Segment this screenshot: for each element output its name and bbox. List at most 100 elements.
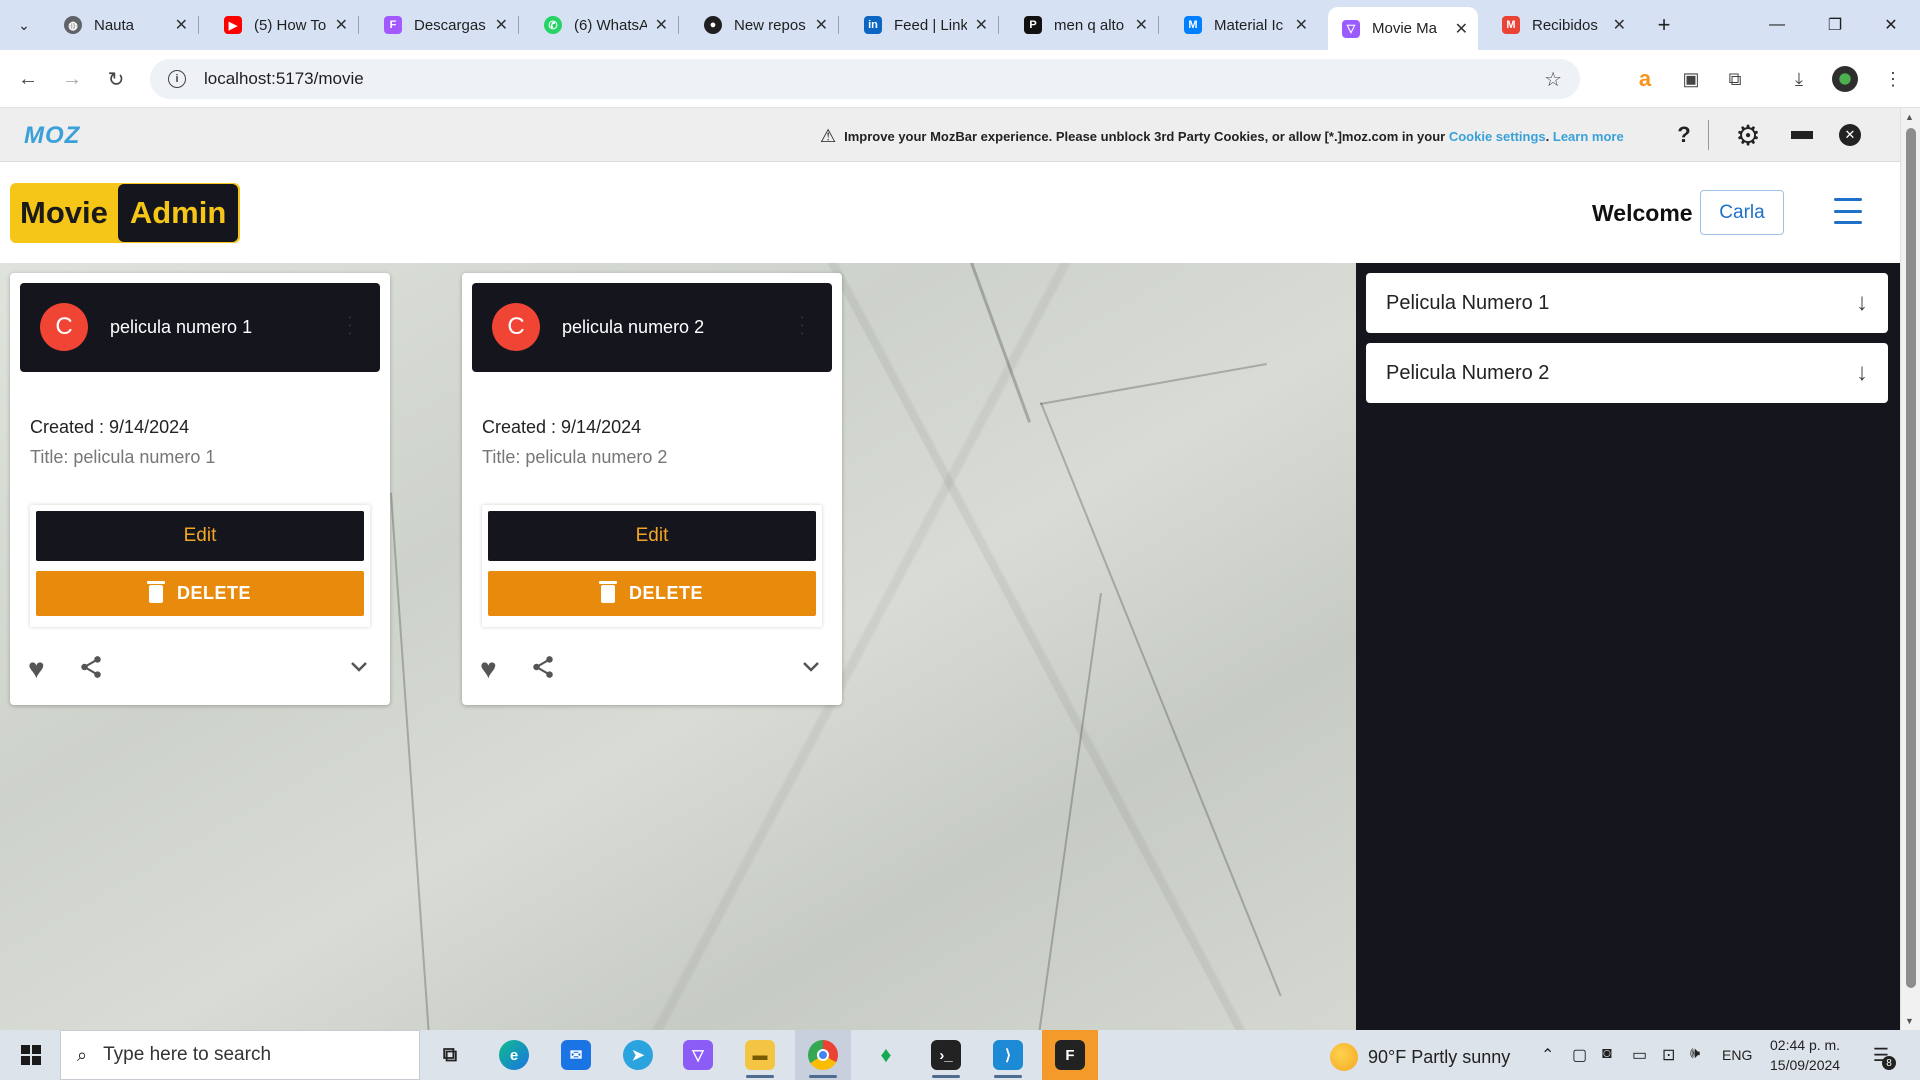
p-icon: P bbox=[1024, 16, 1042, 34]
close-icon[interactable]: ✕ bbox=[1447, 19, 1468, 39]
app-header: Movie Admin Welcome Carla bbox=[0, 162, 1900, 263]
taskbar-edge[interactable]: e bbox=[486, 1030, 542, 1080]
amazon-extension-icon[interactable]: a bbox=[1630, 64, 1660, 94]
page-scrollbar[interactable]: ▲ ▼ bbox=[1900, 108, 1920, 1030]
chevron-down-icon[interactable] bbox=[802, 657, 820, 678]
close-icon[interactable]: ✕ bbox=[327, 15, 348, 35]
cookie-settings-link[interactable]: Cookie settings bbox=[1449, 129, 1546, 144]
hamburger-menu-icon[interactable] bbox=[1834, 198, 1862, 224]
heart-icon[interactable]: ♥ bbox=[480, 653, 497, 685]
edit-button[interactable]: Edit bbox=[488, 511, 816, 561]
volume-icon[interactable]: 🕪 bbox=[1690, 1045, 1700, 1063]
taskbar-mongodb[interactable]: ♦ bbox=[858, 1030, 914, 1080]
taskbar-file-explorer[interactable]: ▬ bbox=[732, 1030, 788, 1080]
close-icon[interactable]: ✕ bbox=[967, 15, 988, 35]
chevron-up-icon[interactable]: ⌃ bbox=[1541, 1045, 1554, 1065]
forward-button[interactable]: → bbox=[58, 65, 86, 93]
tab-material-icons[interactable]: M Material Ic ✕ bbox=[1170, 7, 1318, 43]
scrollbar-thumb[interactable] bbox=[1906, 128, 1916, 988]
browser-menu-icon[interactable]: ⋮ bbox=[1878, 64, 1908, 94]
weather-widget[interactable]: 90°F Partly sunny bbox=[1330, 1043, 1510, 1071]
moz-logo[interactable]: MOZ bbox=[24, 122, 80, 150]
accordion-item[interactable]: Pelicula Numero 1 ↓ bbox=[1366, 273, 1888, 333]
language-indicator[interactable]: ENG bbox=[1722, 1047, 1752, 1063]
collapse-bar-icon[interactable] bbox=[1788, 121, 1816, 149]
minimize-button[interactable]: — bbox=[1748, 0, 1806, 50]
moz-extension-icon[interactable]: ▣ bbox=[1676, 64, 1706, 94]
clock[interactable]: 02:44 p. m. 15/09/2024 bbox=[1770, 1035, 1840, 1075]
help-icon[interactable]: ? bbox=[1670, 121, 1698, 149]
camera-icon[interactable]: ◙ bbox=[1602, 1045, 1612, 1063]
gear-icon[interactable]: ⚙ bbox=[1734, 120, 1762, 151]
accordion-item[interactable]: Pelicula Numero 2 ↓ bbox=[1366, 343, 1888, 403]
share-icon[interactable] bbox=[530, 653, 556, 688]
start-button[interactable] bbox=[10, 1030, 52, 1080]
restore-button[interactable]: ❐ bbox=[1806, 0, 1864, 50]
clock-time: 02:44 p. m. bbox=[1770, 1037, 1841, 1053]
tab-linkedin[interactable]: in Feed | Link ✕ bbox=[850, 7, 999, 43]
taskbar-search[interactable]: ⌕ Type here to search bbox=[60, 1030, 420, 1080]
globe-icon: ◍ bbox=[64, 16, 82, 34]
taskbar-figma[interactable]: F bbox=[1042, 1030, 1098, 1080]
bookmark-star-icon[interactable]: ☆ bbox=[1544, 67, 1562, 92]
close-icon[interactable]: ✕ bbox=[1287, 15, 1308, 35]
taskbar-chrome[interactable] bbox=[795, 1030, 851, 1080]
delete-button[interactable]: DELETE bbox=[36, 571, 364, 616]
scroll-down-arrow-icon[interactable]: ▼ bbox=[1905, 1016, 1914, 1026]
tab-label: men q alto bbox=[1054, 16, 1125, 34]
battery-icon[interactable]: ▭ bbox=[1632, 1045, 1647, 1065]
download-icon[interactable]: ⤓ bbox=[1784, 64, 1814, 94]
tab-whatsapp[interactable]: ✆ (6) WhatsA ✕ bbox=[530, 7, 679, 43]
vite-icon: ▽ bbox=[683, 1040, 713, 1070]
heart-icon[interactable]: ♥ bbox=[28, 653, 45, 685]
close-icon[interactable]: ✕ bbox=[1605, 15, 1626, 35]
tab-label: Nauta bbox=[94, 16, 135, 34]
extensions-puzzle-icon[interactable]: ⧉ bbox=[1720, 64, 1750, 94]
tab-movie-manager[interactable]: ▽ Movie Ma ✕ bbox=[1328, 7, 1478, 50]
tab-gmail[interactable]: M Recibidos ✕ bbox=[1488, 7, 1636, 43]
share-icon[interactable] bbox=[78, 653, 104, 688]
taskbar-mail[interactable]: ✉ bbox=[548, 1030, 604, 1080]
tab-github[interactable]: ● New repos ✕ bbox=[690, 7, 839, 43]
trash-icon bbox=[146, 580, 165, 603]
taskbar-terminal[interactable]: ›_ bbox=[918, 1030, 974, 1080]
delete-button[interactable]: DELETE bbox=[488, 571, 816, 616]
site-info-icon[interactable]: i bbox=[168, 70, 186, 88]
edit-button[interactable]: Edit bbox=[36, 511, 364, 561]
task-view-icon: ⧉ bbox=[442, 1043, 458, 1066]
profile-avatar[interactable] bbox=[1830, 64, 1860, 94]
tab-nauta[interactable]: ◍ Nauta ✕ bbox=[50, 7, 199, 43]
movie-title-line: Title: pelicula numero 2 bbox=[482, 447, 668, 467]
close-window-button[interactable]: ✕ bbox=[1862, 0, 1920, 50]
address-bar[interactable]: i localhost:5173/movie ☆ bbox=[150, 59, 1580, 99]
chevron-down-icon[interactable] bbox=[350, 657, 368, 678]
task-view-button[interactable]: ⧉ bbox=[422, 1030, 478, 1080]
taskbar-vscode[interactable]: ⟩ bbox=[980, 1030, 1036, 1080]
close-icon[interactable]: ✕ bbox=[167, 15, 188, 35]
arrow-down-icon: ↓ bbox=[1856, 289, 1868, 316]
tab-p[interactable]: P men q alto ✕ bbox=[1010, 7, 1159, 43]
back-button[interactable]: ← bbox=[14, 65, 42, 93]
more-options-icon[interactable]: · · · bbox=[346, 307, 354, 343]
new-tab-button[interactable]: + bbox=[1650, 11, 1678, 39]
tab-youtube[interactable]: ▶ (5) How To ✕ bbox=[210, 7, 359, 43]
close-icon[interactable]: ✕ bbox=[807, 15, 828, 35]
close-icon[interactable]: ✕ bbox=[647, 15, 668, 35]
mui-icon: M bbox=[1184, 16, 1202, 34]
close-icon[interactable]: ✕ bbox=[1127, 15, 1148, 35]
close-icon[interactable]: ✕ bbox=[487, 15, 508, 35]
taskbar-telegram[interactable]: ➤ bbox=[610, 1030, 666, 1080]
more-options-icon[interactable]: · · · bbox=[798, 307, 806, 343]
app-logo[interactable]: Movie Admin bbox=[10, 183, 240, 243]
taskbar-vite[interactable]: ▽ bbox=[670, 1030, 726, 1080]
scroll-up-arrow-icon[interactable]: ▲ bbox=[1905, 112, 1914, 122]
notification-icon[interactable]: ☰ 8 bbox=[1866, 1040, 1896, 1070]
learn-more-link[interactable]: Learn more bbox=[1553, 129, 1624, 144]
user-button[interactable]: Carla bbox=[1700, 190, 1784, 235]
meet-now-icon[interactable]: ▢ bbox=[1572, 1045, 1587, 1065]
tab-search-button[interactable]: ⌄ bbox=[10, 11, 38, 39]
network-icon[interactable]: ⊡ bbox=[1662, 1045, 1675, 1065]
tab-figma[interactable]: F Descargas ✕ bbox=[370, 7, 519, 43]
reload-button[interactable]: ↻ bbox=[102, 65, 130, 93]
close-icon[interactable]: ✕ bbox=[1836, 121, 1864, 149]
